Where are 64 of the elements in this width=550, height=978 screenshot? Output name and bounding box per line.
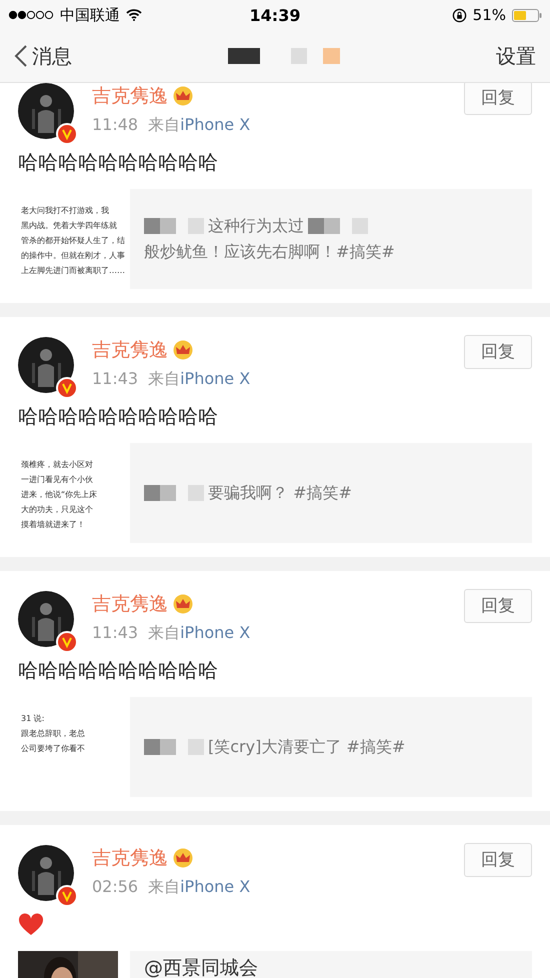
thumbnail-text: 上左脚先进门而被离职了…… <box>21 265 126 277</box>
post-text: 哈哈哈哈哈哈哈哈哈哈 <box>18 404 218 428</box>
author-name[interactable]: 吉克隽逸 <box>92 845 168 871</box>
author-name[interactable]: 吉克隽逸 <box>92 591 168 617</box>
quoted-text: [笑cry]大清要亡了 #搞笑# <box>208 736 406 758</box>
crown-icon <box>172 86 194 106</box>
verified-badge-icon <box>56 885 78 907</box>
post-time: 11:48 <box>92 115 138 136</box>
thumbnail-text: 公司要垮了你看不 <box>21 743 86 755</box>
thumbnail-text: 跟老总辞职，老总 <box>21 728 86 740</box>
thumbnail-text: 管杀的都开始怀疑人生了，结 <box>21 235 126 247</box>
quoted-text: 这种行为太过 <box>208 215 304 237</box>
crown-icon <box>172 594 194 614</box>
post-source: 来自 iPhone X <box>148 115 250 136</box>
reply-button[interactable]: 回复 <box>464 83 532 115</box>
quoted-post-card[interactable]: 颈椎疼，就去小区对 一进门看见有个小伙 进来，他说“你先上床 大的功夫，只见这个 摸着墙就进来了！ 要骗我啊？ #搞笑# <box>18 443 532 543</box>
author-name[interactable]: 吉克隽逸 <box>92 337 168 363</box>
thumbnail-text: 大的功夫，只见这个 <box>21 504 94 516</box>
post-time: 11:43 <box>92 369 138 390</box>
crown-icon <box>172 340 194 360</box>
back-chevron-icon <box>14 44 28 68</box>
back-button[interactable]: 消息 <box>14 42 72 70</box>
post-time: 11:43 <box>92 623 138 644</box>
battery-percent: 51% <box>472 6 506 24</box>
thumbnail-text: 黑内战。凭着大学四年练就 <box>21 220 118 232</box>
quoted-text: 要骗我啊？ #搞笑# <box>208 482 352 504</box>
quoted-post-card[interactable]: 31 说: 跟老总辞职，老总 公司要垮了你看不 [笑cry]大清要亡了 #搞笑# <box>18 697 532 797</box>
quoted-text: @西景同城会 <box>144 956 258 978</box>
author-name[interactable]: 吉克隽逸 <box>92 83 168 109</box>
thumbnail-text: 31 说: <box>21 713 46 725</box>
thumbnail-text: 老大问我打不打游戏，我 <box>21 205 110 217</box>
reply-button[interactable]: 回复 <box>464 589 532 623</box>
heart-icon <box>18 913 44 937</box>
quoted-post-card[interactable]: 老大问我打不打游戏，我 黑内战。凭着大学四年练就 管杀的都开始怀疑人生了，结 的操作中。但就在刚才，人事 上左脚先进门而被离职了…… 这种行为太过 般炒鱿鱼！应该先右脚啊！#搞笑# <box>18 189 532 289</box>
thumbnail-text: 一进门看见有个小伙 <box>21 474 94 486</box>
post-source: 来自 iPhone X <box>148 623 250 644</box>
quoted-post-card[interactable]: @西景同城会 <box>18 951 532 978</box>
verified-badge-icon <box>56 631 78 653</box>
settings-button[interactable]: 设置 <box>496 42 536 70</box>
thumbnail-text: 的操作中。但就在刚才，人事 <box>21 250 126 262</box>
signal-icon <box>8 10 54 20</box>
clock-time: 14:39 <box>250 6 300 24</box>
battery-icon <box>512 8 542 22</box>
rotation-lock-icon <box>452 8 467 22</box>
thumbnail-text: 进来，他说“你先上床 <box>21 489 98 501</box>
mosaic-drawing <box>308 218 368 234</box>
verified-badge-icon <box>56 123 78 145</box>
post-text: 哈哈哈哈哈哈哈哈哈哈 <box>18 658 218 682</box>
thumbnail-text: 摸着墙就进来了！ <box>21 519 86 531</box>
post-text: 哈哈哈哈哈哈哈哈哈哈 <box>18 150 218 174</box>
quoted-text: 般炒鱿鱼！应该先右脚啊！#搞笑# <box>144 241 395 263</box>
mosaic-drawing <box>144 739 204 755</box>
mosaic-drawing <box>144 218 204 234</box>
post-source: 来自 iPhone X <box>148 877 250 898</box>
verified-badge-icon <box>56 377 78 399</box>
post-source: 来自 iPhone X <box>148 369 250 390</box>
thumbnail-text: 颈椎疼，就去小区对 <box>21 459 94 471</box>
wifi-icon <box>126 9 142 21</box>
reply-button[interactable]: 回复 <box>464 335 532 369</box>
post-time: 02:56 <box>92 877 138 898</box>
crown-icon <box>172 848 194 868</box>
reply-button[interactable]: 回复 <box>464 843 532 877</box>
mosaic-drawing <box>144 485 204 501</box>
carrier-name: 中国联通 <box>60 6 120 24</box>
